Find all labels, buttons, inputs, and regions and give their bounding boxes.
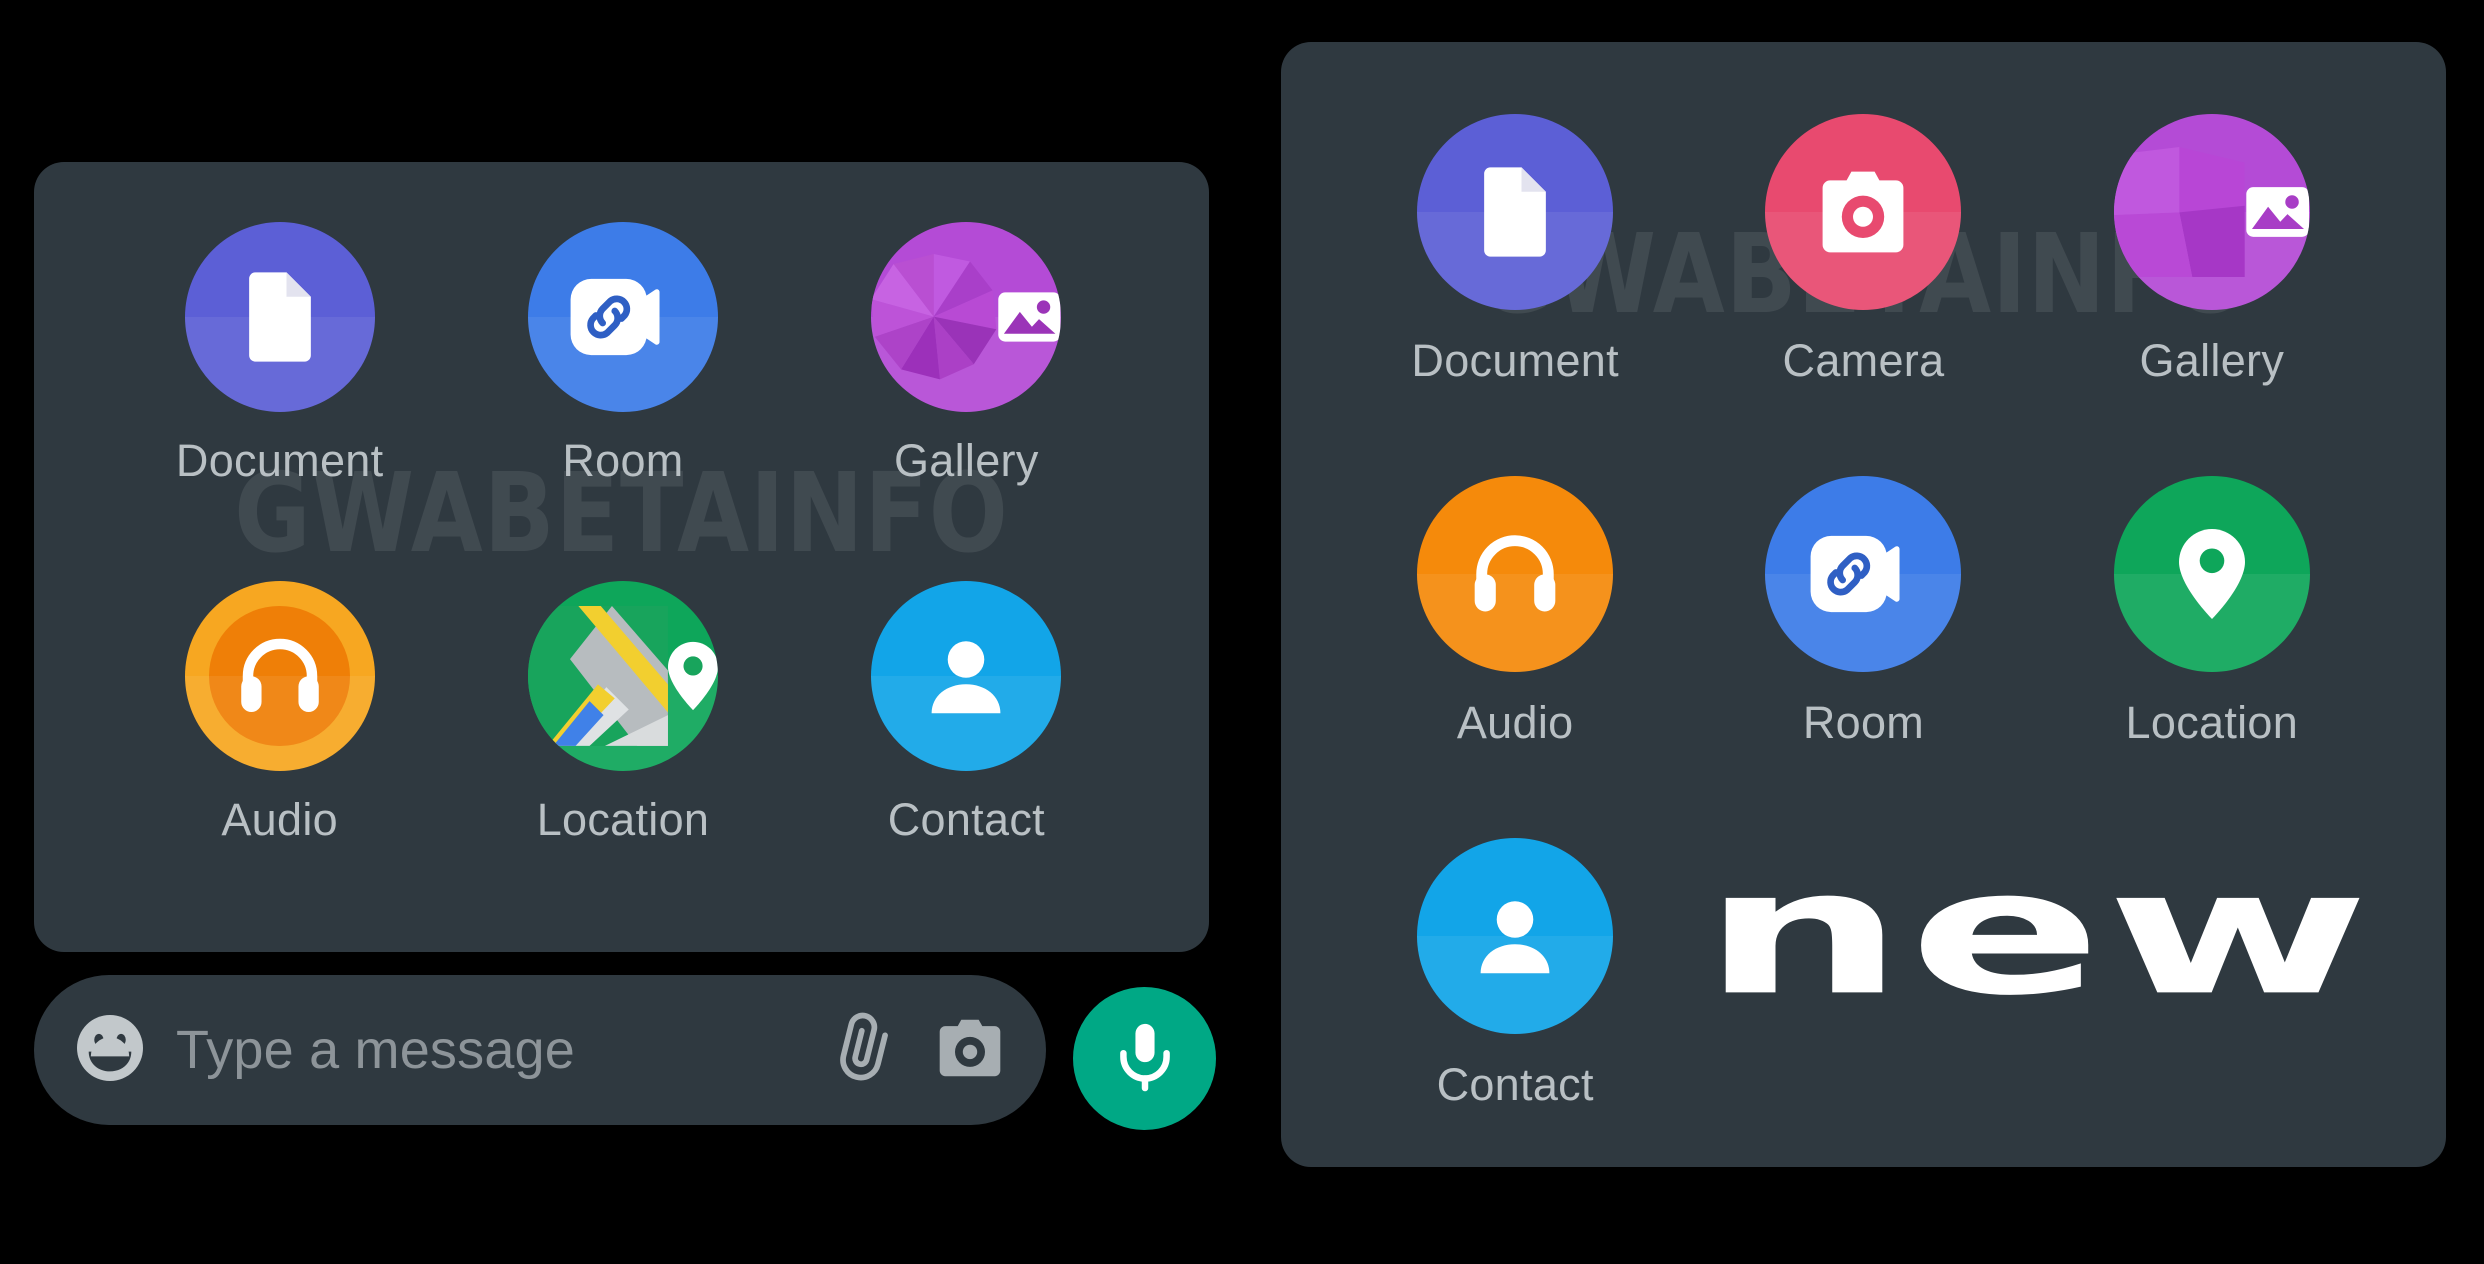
new-attachment-grid: Document Camera Gallery Audio Room Locat… bbox=[1341, 114, 2386, 1107]
attachment-label: Contact bbox=[1436, 1059, 1594, 1110]
paperclip-icon[interactable] bbox=[828, 1012, 900, 1089]
smiley-icon[interactable] bbox=[74, 1012, 146, 1089]
attachment-label: Gallery bbox=[894, 435, 1039, 486]
document-icon[interactable] bbox=[1417, 114, 1614, 310]
message-input-placeholder[interactable]: Type a message bbox=[176, 1019, 794, 1081]
contact-icon[interactable] bbox=[871, 581, 1062, 771]
location-icon[interactable] bbox=[2113, 476, 2310, 672]
attachment-option-gallery[interactable]: Gallery bbox=[2092, 114, 2332, 383]
attachment-label: Audio bbox=[221, 794, 338, 845]
old-attachment-sheet: GWABETAINFO Document Room Gallery Audio … bbox=[34, 162, 1209, 952]
attachment-option-document[interactable]: Document bbox=[1395, 114, 1635, 383]
old-attachment-grid: Document Room Gallery Audio Location Con… bbox=[108, 222, 1138, 842]
voice-record-button[interactable] bbox=[1073, 987, 1216, 1130]
attachment-option-room[interactable]: Room bbox=[1743, 476, 1983, 745]
room-icon[interactable] bbox=[527, 222, 718, 412]
attachment-label: Contact bbox=[887, 794, 1045, 845]
camera-icon[interactable] bbox=[1765, 114, 1962, 310]
attachment-option-contact[interactable]: Contact bbox=[1395, 838, 1635, 1107]
message-input-bar[interactable]: Type a message bbox=[34, 975, 1046, 1125]
attachment-label: Camera bbox=[1782, 335, 1945, 386]
gallery-icon[interactable] bbox=[871, 222, 1062, 412]
attachment-option-document[interactable]: Document bbox=[160, 222, 400, 483]
attachment-label: Document bbox=[175, 435, 384, 486]
attachment-option-contact[interactable]: Contact bbox=[846, 581, 1086, 842]
attachment-label: Document bbox=[1411, 335, 1619, 386]
document-icon[interactable] bbox=[184, 222, 375, 412]
attachment-option-location[interactable]: Location bbox=[2092, 476, 2332, 745]
attachment-label: Location bbox=[2125, 697, 2299, 748]
camera-icon[interactable] bbox=[934, 1012, 1006, 1089]
attachment-label: Location bbox=[536, 794, 710, 845]
attachment-option-location[interactable]: Location bbox=[503, 581, 743, 842]
room-icon[interactable] bbox=[1765, 476, 1962, 672]
contact-icon[interactable] bbox=[1417, 838, 1614, 1034]
microphone-icon bbox=[1108, 1019, 1182, 1098]
new-badge: new bbox=[1702, 838, 2370, 1028]
gallery-icon[interactable] bbox=[2113, 114, 2310, 310]
attachment-option-camera[interactable]: Camera bbox=[1743, 114, 1983, 383]
attachment-label: Audio bbox=[1456, 697, 1574, 748]
attachment-option-room[interactable]: Room bbox=[503, 222, 743, 483]
new-badge-label: new bbox=[1701, 831, 2374, 1034]
attachment-label: Room bbox=[562, 435, 684, 486]
attachment-option-audio[interactable]: Audio bbox=[1395, 476, 1635, 745]
location-icon[interactable] bbox=[527, 581, 718, 771]
attachment-option-audio[interactable]: Audio bbox=[160, 581, 400, 842]
attachment-label: Room bbox=[1802, 697, 1925, 748]
attachment-label: Gallery bbox=[2139, 335, 2285, 386]
attachment-option-gallery[interactable]: Gallery bbox=[846, 222, 1086, 483]
audio-icon[interactable] bbox=[1417, 476, 1614, 672]
audio-icon[interactable] bbox=[184, 581, 375, 771]
new-attachment-sheet: GWABETAINFO Document Camera bbox=[1281, 42, 2446, 1167]
